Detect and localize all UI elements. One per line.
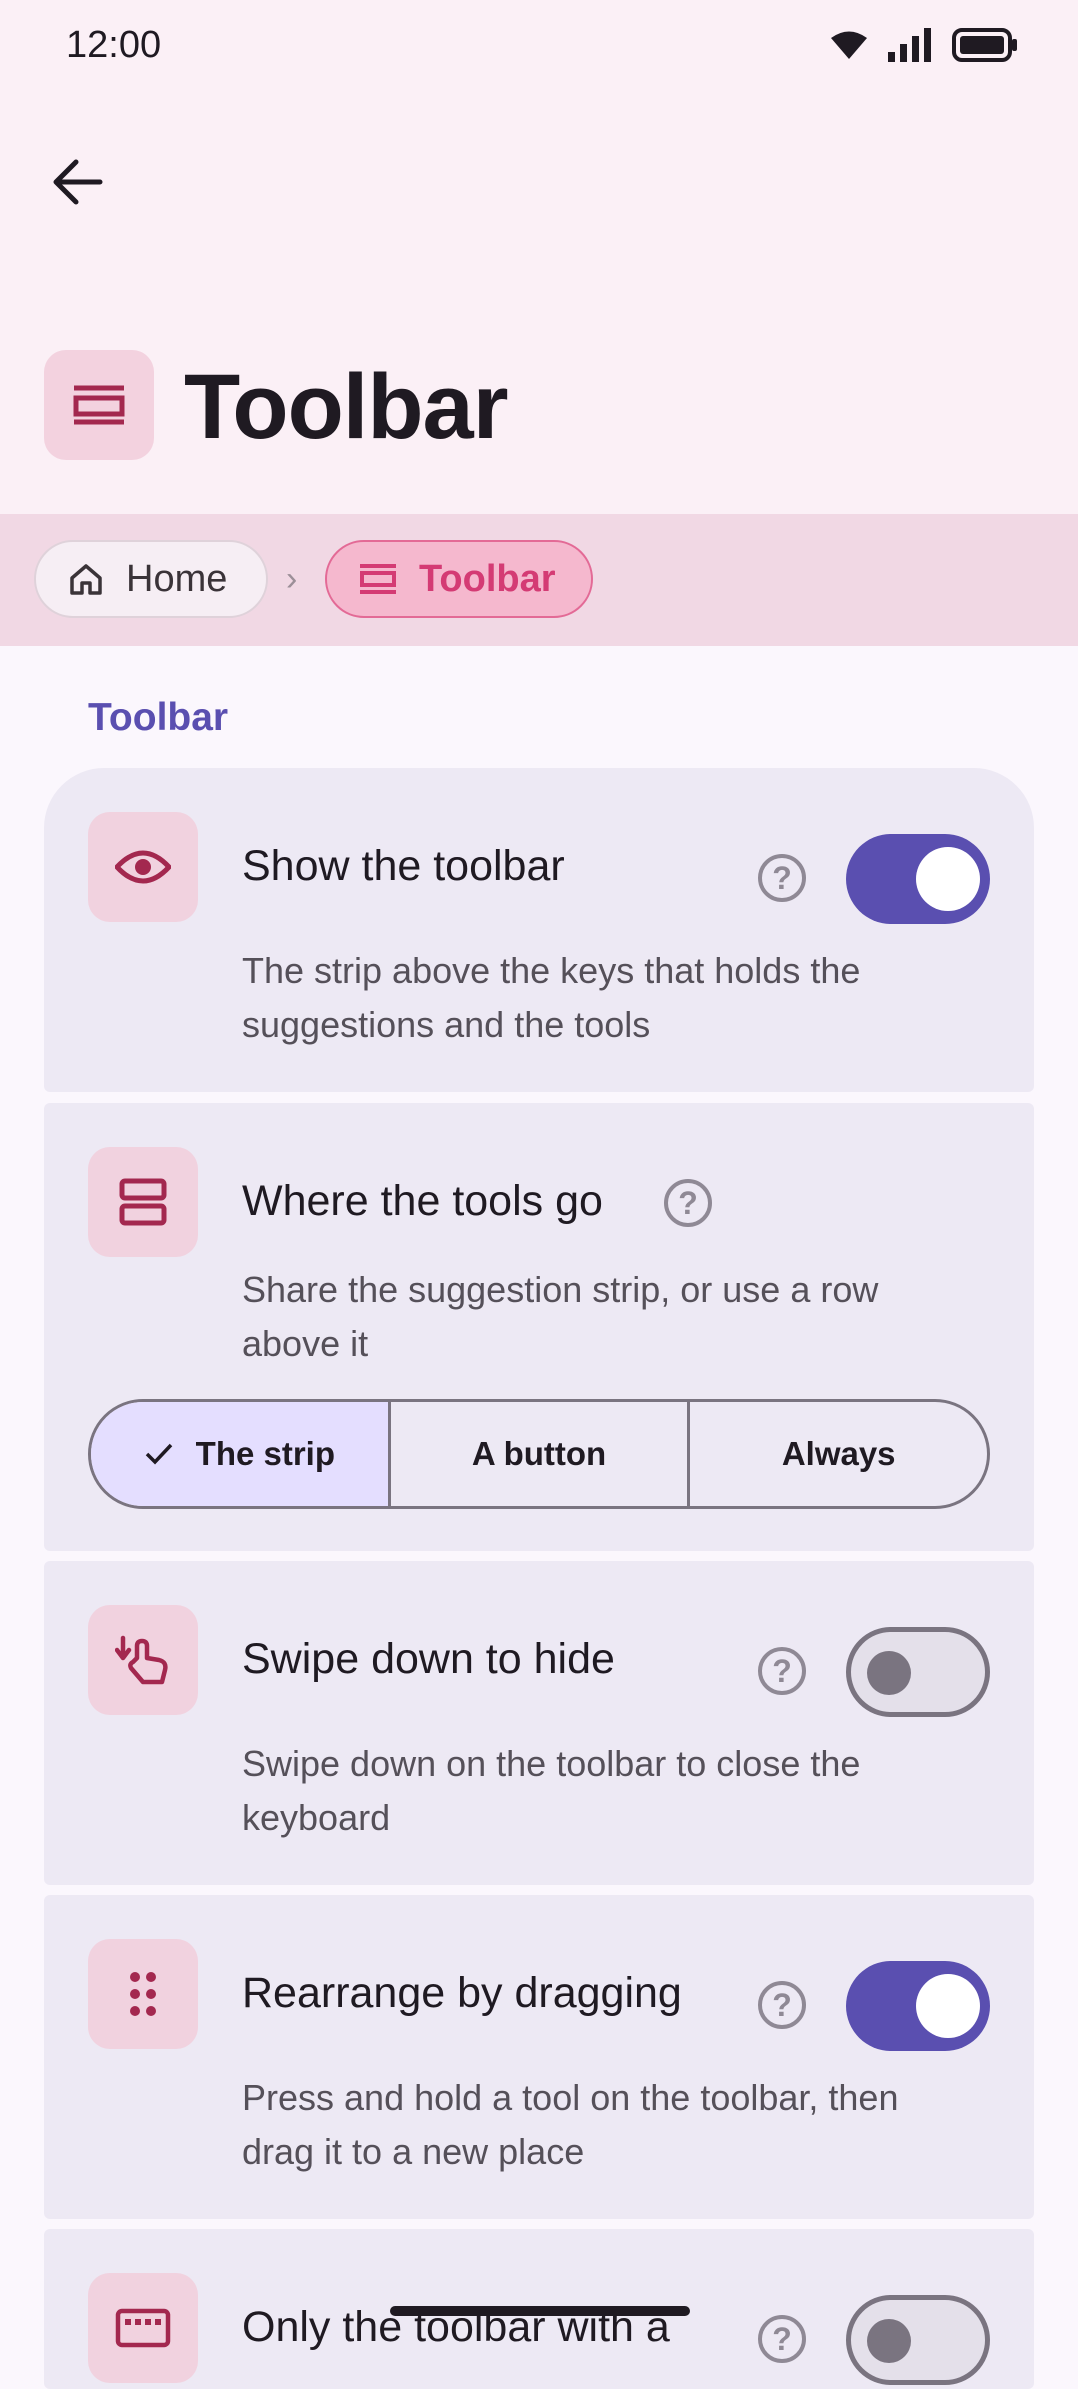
option-the-strip[interactable]: The strip — [91, 1402, 391, 1506]
setting-where-tools-go: Where the tools go ? Share the suggestio… — [44, 1103, 1034, 1551]
option-a-button[interactable]: A button — [391, 1402, 691, 1506]
toolbar-icon — [44, 350, 154, 460]
home-icon — [68, 561, 104, 597]
drag-handle-icon — [88, 1939, 198, 2049]
section-header: Toolbar — [88, 696, 229, 739]
option-always[interactable]: Always — [690, 1402, 987, 1506]
back-arrow-icon — [53, 159, 103, 205]
chevron-right-icon: › — [286, 560, 298, 598]
setting-title: Where the tools go — [242, 1177, 603, 1225]
check-icon — [144, 1442, 174, 1466]
help-icon[interactable]: ? — [758, 854, 806, 902]
back-button[interactable] — [48, 152, 108, 212]
rearrange-toggle[interactable] — [846, 1961, 990, 2051]
help-icon[interactable]: ? — [664, 1179, 712, 1227]
layout-rows-icon — [88, 1147, 198, 1257]
swipe-gesture-icon — [88, 1605, 198, 1715]
breadcrumb-toolbar[interactable]: Toolbar — [325, 540, 593, 618]
setting-description: Swipe down on the toolbar to close the k… — [242, 1743, 861, 1838]
status-bar: 12:00 — [0, 0, 1078, 96]
setting-rearrange-by-dragging[interactable]: Rearrange by dragging ? Press and hold a… — [44, 1895, 1034, 2219]
battery-icon — [952, 28, 1017, 62]
help-icon[interactable]: ? — [758, 2315, 806, 2363]
setting-title: Show the toolbar — [242, 842, 565, 890]
help-icon[interactable]: ? — [758, 1647, 806, 1695]
setting-title: Swipe down to hide — [242, 1635, 615, 1683]
only-toolbar-toggle[interactable] — [846, 2295, 990, 2385]
swipe-down-toggle[interactable] — [846, 1627, 990, 1717]
tools-location-selector: The strip A button Always — [88, 1399, 990, 1509]
setting-description: Press and hold a tool on the toolbar, th… — [242, 2077, 899, 2172]
status-time: 12:00 — [66, 24, 162, 66]
page-title: Toolbar — [184, 356, 508, 458]
wifi-icon — [831, 31, 867, 59]
signal-icon — [888, 28, 931, 62]
setting-description: Share the suggestion strip, or use a row… — [242, 1269, 879, 1364]
help-icon[interactable]: ? — [758, 1981, 806, 2029]
gesture-bar — [390, 2306, 690, 2316]
breadcrumb-home[interactable]: Home — [34, 540, 268, 618]
keyboard-icon — [88, 2273, 198, 2383]
breadcrumb-toolbar-label: Toolbar — [419, 557, 556, 600]
toolbar-icon — [359, 563, 397, 595]
setting-description: The strip above the keys that holds the … — [242, 950, 861, 1045]
setting-title: Rearrange by dragging — [242, 1969, 682, 2017]
setting-swipe-down-to-hide[interactable]: Swipe down to hide ? Swipe down on the t… — [44, 1561, 1034, 1885]
breadcrumb-home-label: Home — [126, 557, 228, 600]
eye-icon — [88, 812, 198, 922]
setting-show-toolbar[interactable]: Show the toolbar ? The strip above the k… — [44, 768, 1034, 1092]
show-toolbar-toggle[interactable] — [846, 834, 990, 924]
